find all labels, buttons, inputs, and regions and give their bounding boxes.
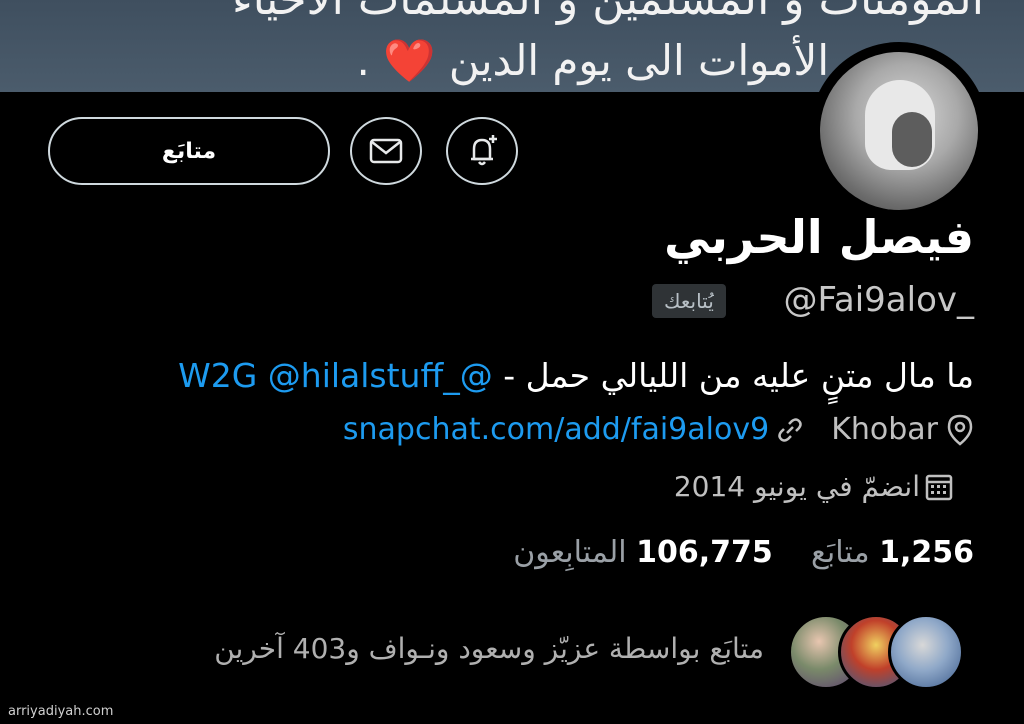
bio-text: ما مال متنٍ عليه من الليالي حمل - [492,356,974,395]
heart-icon: ❤️ [383,36,436,85]
followers-stat[interactable]: 106,775 المتابِعون [513,535,773,570]
following-stat[interactable]: 1,256 متابَع [811,535,974,570]
bell-plus-icon [471,135,497,166]
profile-name: فيصل الحربي [664,210,974,264]
website-link[interactable]: snapchat.com/add/fai9alov9 [343,412,769,447]
message-button[interactable] [350,117,422,185]
avatar-photo [820,52,978,210]
banner-text-line1: المؤمنات و المسلمين و المسلمات الأحياء [232,0,984,25]
follower-avatar[interactable] [888,614,964,690]
joined-date: انضمّ في يونيو 2014 [673,470,920,503]
followed-by-text[interactable]: متابَع بواسطة عزيّز وسعود ونـواف و403 آخ… [214,632,764,665]
banner-text-line2: الأموات الى يوم الدين ❤️ . [356,36,829,85]
following-button[interactable]: متابَع [48,117,330,185]
link-icon [778,417,802,442]
profile-meta: Khobar snapchat.com/add/fai9alov9 [343,412,974,447]
profile-bio: ما مال متنٍ عليه من الليالي حمل - @_W2G … [178,356,974,395]
profile-stats: 1,256 متابَع 106,775 المتابِعون [513,535,974,570]
following-label: متابَع [810,535,870,570]
mail-icon [369,138,403,164]
location-text: Khobar [831,412,938,447]
banner-line2-text: الأموات الى يوم الدين [448,36,829,85]
following-count: 1,256 [879,535,974,570]
profile-handle: @Fai9alov_ [783,280,974,320]
avatar[interactable] [810,42,988,220]
location-pin-icon [947,414,973,446]
watermark: arriyadiyah.com [8,704,114,719]
bio-mention-hilalstuff[interactable]: @hilalstuff [268,356,443,395]
notifications-button[interactable] [446,117,518,185]
followers-count: 106,775 [636,535,773,570]
calendar-icon [925,474,953,500]
follows-you-badge: يُتابعك [652,284,726,318]
joined-row: انضمّ في يونيو 2014 [674,470,954,503]
followers-label: المتابِعون [513,535,627,570]
